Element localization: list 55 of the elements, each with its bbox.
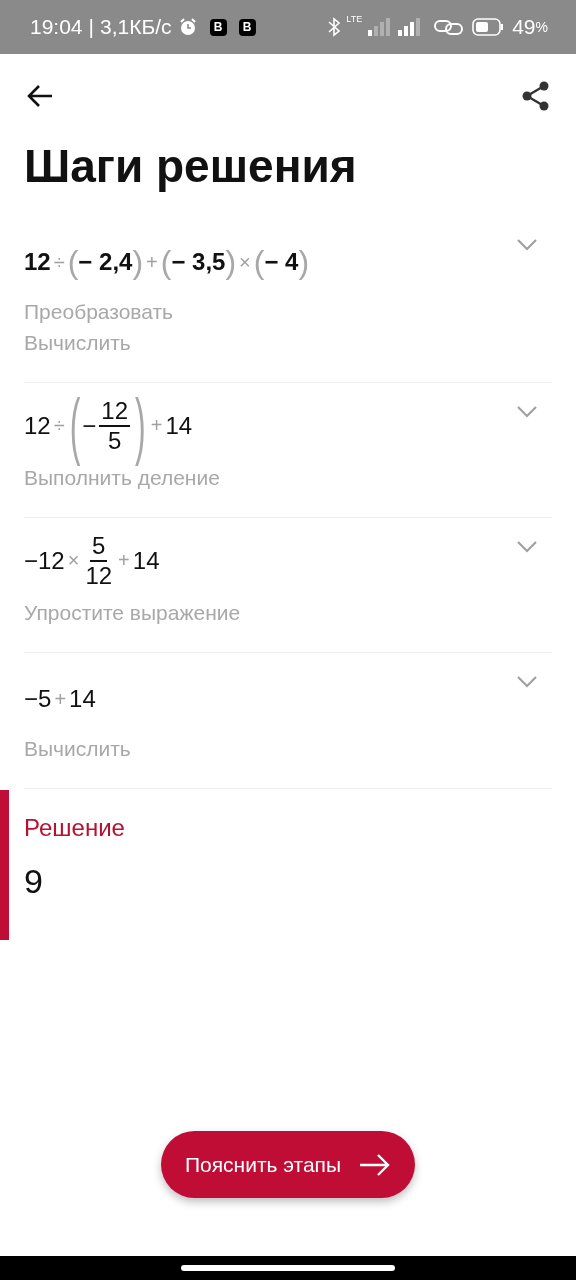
bluetooth-icon <box>328 17 341 37</box>
parenthesis: ( <box>67 246 79 278</box>
chevron-down-icon[interactable] <box>516 238 538 252</box>
battery-icon <box>472 18 505 36</box>
signal-icon <box>368 18 391 36</box>
step-description: Вычислить <box>24 736 132 763</box>
math-term: − <box>82 411 97 440</box>
fraction-denominator: 12 <box>85 561 113 590</box>
step-description: Преобразовать <box>24 299 175 325</box>
math-term: − 2,4 <box>78 248 133 275</box>
fraction-numerator: 12 <box>99 397 131 427</box>
page-title: Шаги решения <box>24 139 358 194</box>
step-description: Упростите выражение <box>24 600 242 627</box>
parenthesis: ( <box>253 246 265 278</box>
math-operator: + <box>150 414 163 438</box>
math-operator: + <box>146 250 158 274</box>
math-term: 14 <box>132 546 160 575</box>
math-term: 14 <box>69 685 96 714</box>
math-term: −12 <box>24 546 65 575</box>
math-term: −5 <box>24 685 52 714</box>
link-icon <box>434 18 465 36</box>
fraction-denominator: 5 <box>108 426 122 455</box>
network-speed: 3,1КБ/с <box>100 15 172 39</box>
percent-sign: % <box>535 19 548 35</box>
app-notification-icon: B <box>238 18 256 36</box>
math-operator: × <box>67 549 80 573</box>
battery-percent: 49 <box>512 15 536 39</box>
solution-label: Решение <box>24 814 126 843</box>
step-description: Выполнить деление <box>24 466 221 492</box>
math-operator: ÷ <box>53 414 65 438</box>
step-description: Вычислить <box>24 330 132 356</box>
math-operator: + <box>54 687 67 711</box>
math-term: − 4 <box>264 248 299 275</box>
chevron-down-icon[interactable] <box>516 405 538 419</box>
chevron-down-icon[interactable] <box>516 675 538 690</box>
parenthesis: ) <box>298 246 310 278</box>
explain-steps-button[interactable]: Пояснить этапы <box>160 1131 416 1198</box>
math-operator: × <box>239 250 251 274</box>
math-term: 14 <box>165 411 193 440</box>
parenthesis: ) <box>225 246 237 278</box>
math-term: 12 <box>24 411 51 440</box>
math-operator: + <box>118 549 130 573</box>
math-operator: ÷ <box>53 250 65 274</box>
parenthesis: ) <box>132 246 144 278</box>
separator-text: | <box>88 15 95 39</box>
parenthesis: ( <box>160 246 172 278</box>
network-type: LTE <box>346 14 363 24</box>
math-term: 12 <box>24 248 51 276</box>
app-notification-icon: B <box>209 18 227 36</box>
fraction-numerator: 5 <box>90 532 108 562</box>
math-term: − 3,5 <box>171 248 226 275</box>
chevron-down-icon[interactable] <box>516 540 538 555</box>
solution-value: 9 <box>24 862 44 902</box>
clock-time: 19:04 <box>30 15 83 39</box>
arrow-right-icon <box>359 1152 392 1177</box>
